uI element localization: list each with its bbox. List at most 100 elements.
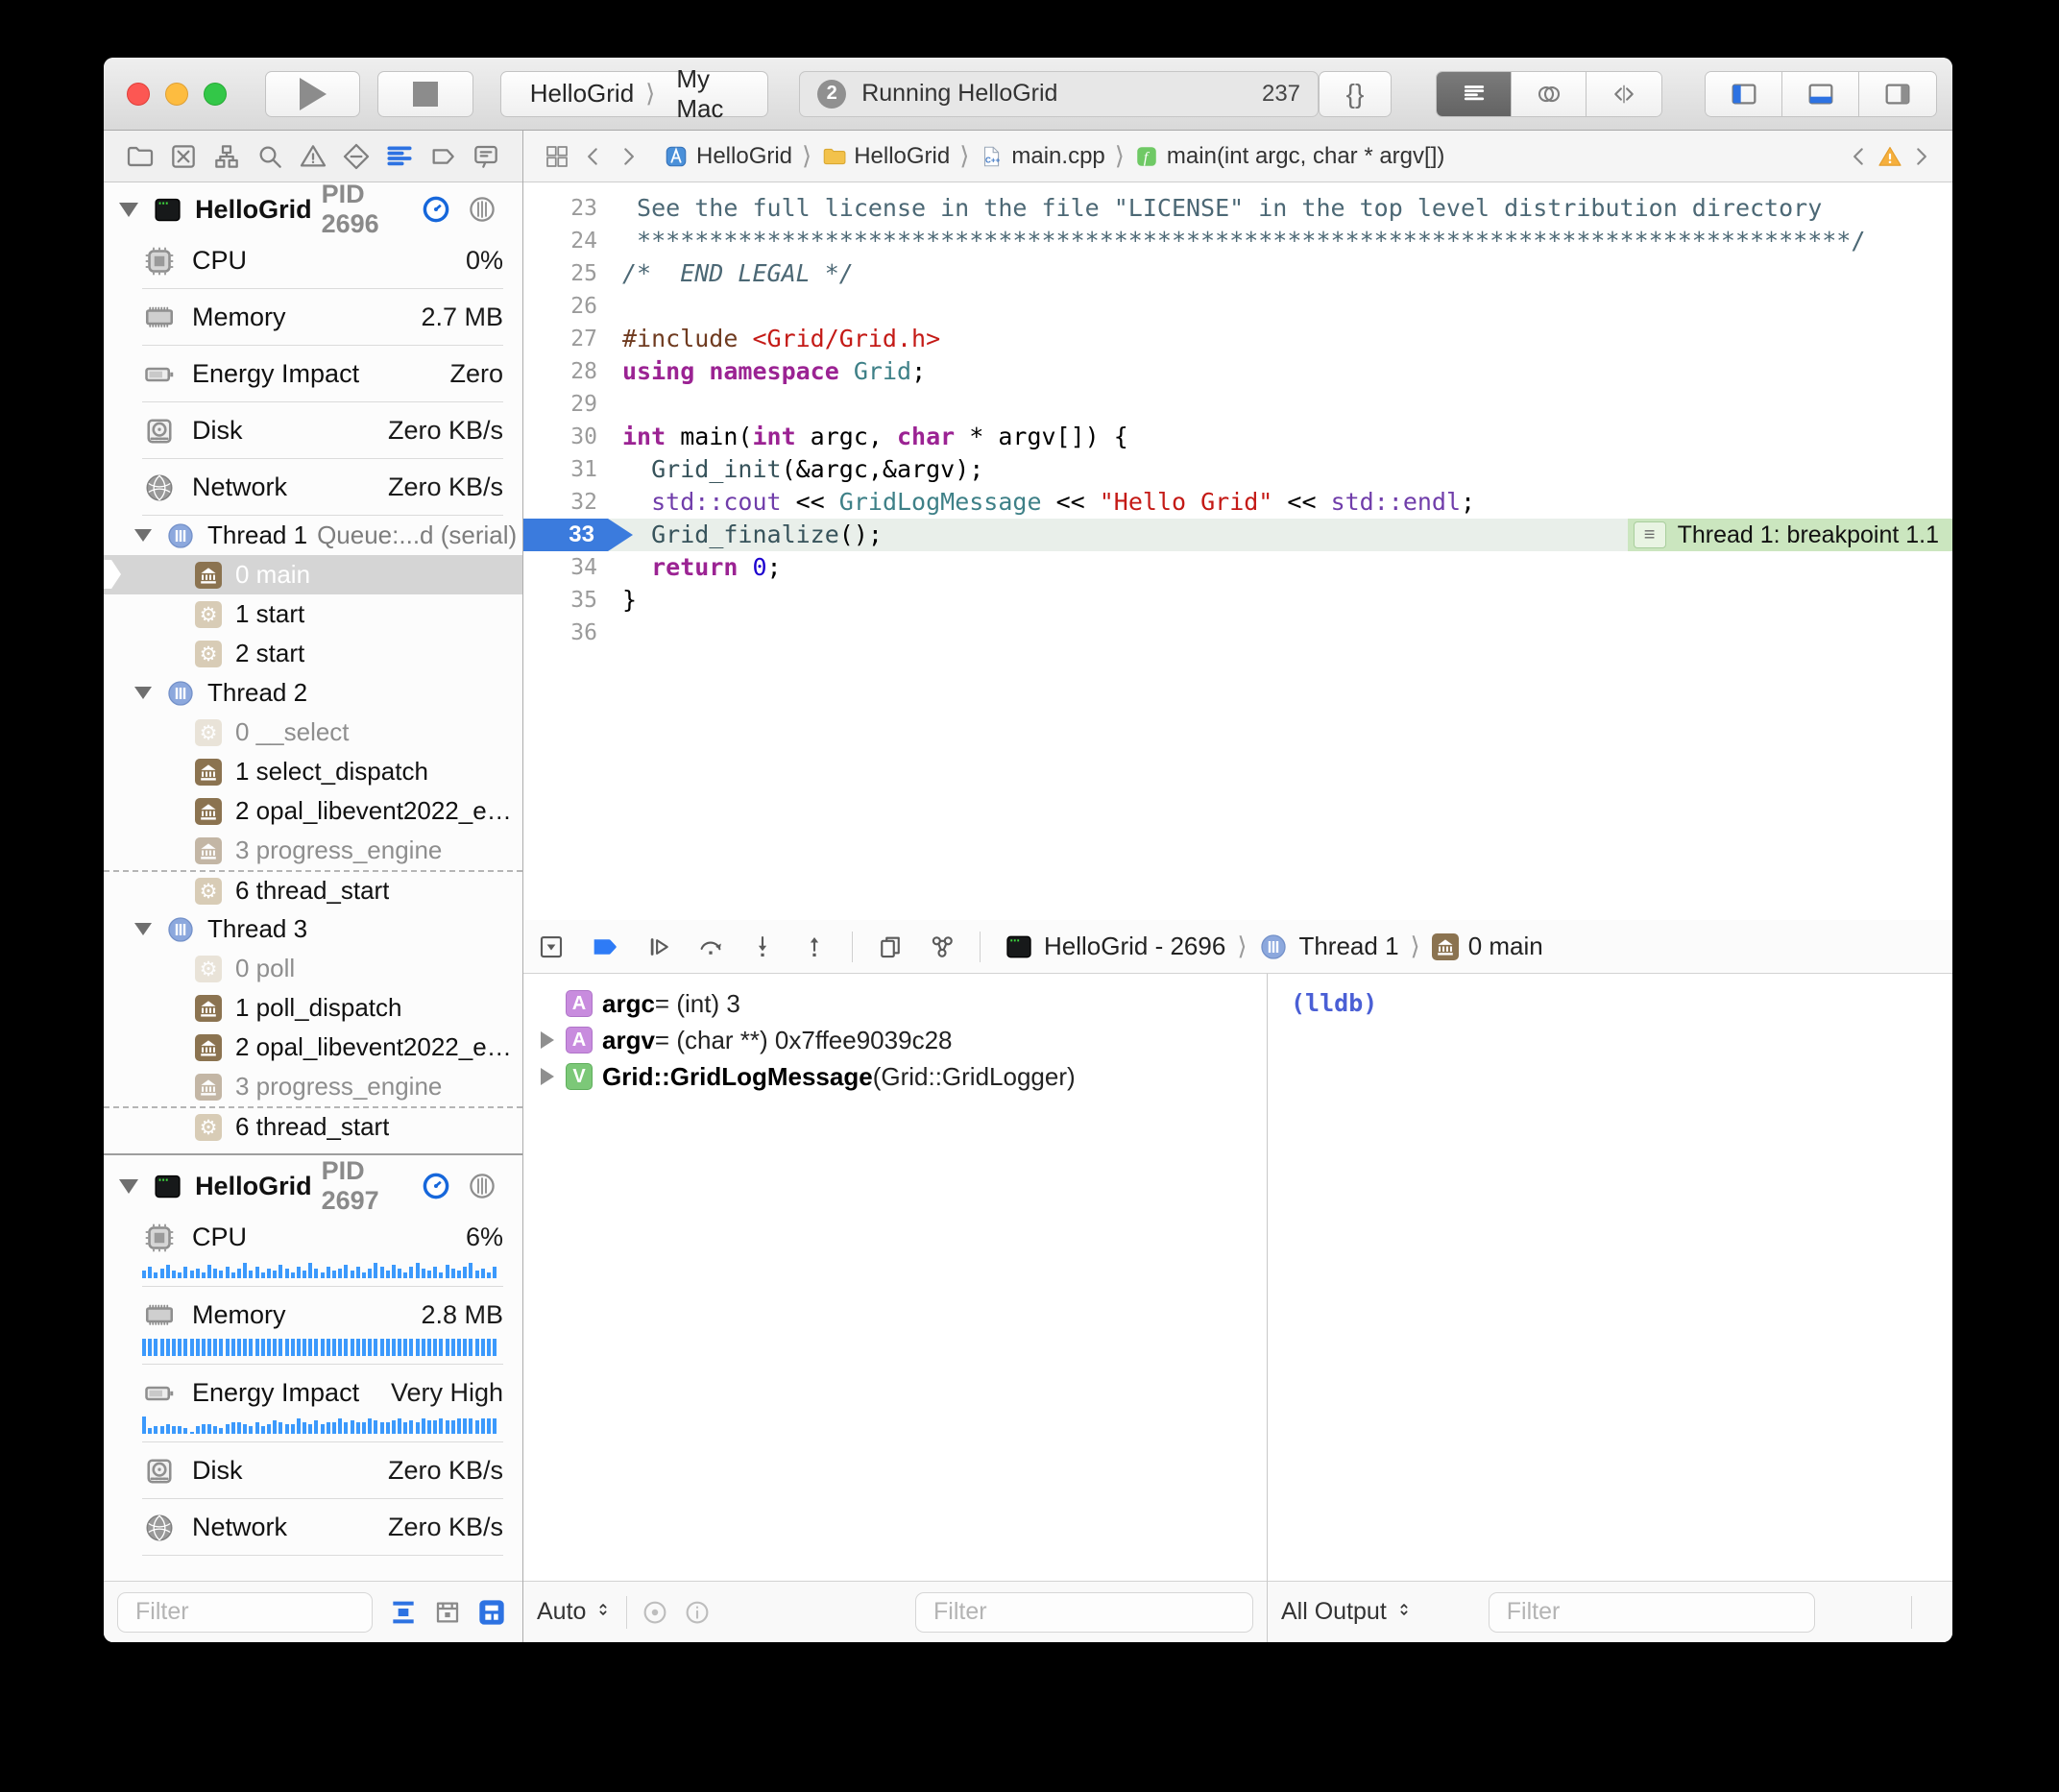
stack-frame-row[interactable]: ⚙6 thread_start: [104, 1106, 522, 1146]
step-out-icon[interactable]: [800, 932, 829, 961]
navigator-tab-issues-icon[interactable]: [298, 141, 328, 172]
line-number[interactable]: 28: [523, 355, 597, 388]
line-number[interactable]: 23: [523, 192, 597, 225]
breadcrumb-item[interactable]: HelloGrid: [854, 143, 950, 170]
variable-row[interactable]: A argc = (int) 3: [523, 985, 1267, 1022]
stack-frame-row[interactable]: ⚙0 __select: [104, 713, 522, 752]
next-issue-button[interactable]: [1908, 144, 1933, 169]
navigator-tab-source-control-icon[interactable]: [168, 141, 199, 172]
disclosure-triangle[interactable]: [134, 687, 152, 699]
breakpoint-annotation[interactable]: ≡ Thread 1: breakpoint 1.1: [1628, 519, 1952, 551]
disclosure-triangle[interactable]: [541, 1068, 554, 1085]
warning-count[interactable]: 237: [1254, 81, 1300, 108]
line-number[interactable]: 29: [523, 388, 597, 421]
code-line[interactable]: 29: [523, 388, 1952, 421]
source-editor[interactable]: 23 See the full license in the file "LIC…: [523, 182, 1952, 920]
scheme-selector[interactable]: HelloGrid ⟩ My Mac: [500, 71, 768, 117]
navigator-tab-debug-gauge-icon[interactable]: [384, 141, 415, 172]
navigator-tab-project-icon[interactable]: [125, 141, 156, 172]
line-number[interactable]: 35: [523, 584, 597, 617]
thread-row[interactable]: Thread 2: [104, 673, 522, 713]
line-number[interactable]: 24: [523, 225, 597, 257]
line-number[interactable]: 30: [523, 421, 597, 453]
console-filter-field[interactable]: Filter: [1489, 1592, 1815, 1633]
gauge-row-cpu[interactable]: CPU6%: [142, 1209, 503, 1287]
variable-row[interactable]: A argv = (char **) 0x7ffee9039c28: [523, 1022, 1267, 1058]
stack-frame-row[interactable]: ⚙0 poll: [104, 949, 522, 988]
zoom-window-button[interactable]: [204, 83, 227, 106]
navigator-tab-tests-icon[interactable]: [341, 141, 372, 172]
step-into-icon[interactable]: [748, 932, 777, 961]
gauge-row-disk[interactable]: DiskZero KB/s: [142, 402, 503, 459]
code-line[interactable]: 32 std::cout << GridLogMessage << "Hello…: [523, 486, 1952, 519]
gauge-row-cpu[interactable]: CPU0%: [142, 232, 503, 289]
memory-graph-icon[interactable]: [928, 932, 957, 961]
thread-row[interactable]: Thread 1Queue:...d (serial): [104, 516, 522, 555]
line-number[interactable]: 32: [523, 486, 597, 519]
continue-icon[interactable]: [644, 932, 673, 961]
variables-scope-popup[interactable]: Auto: [537, 1598, 613, 1626]
breadcrumb-item[interactable]: main(int argc, char * argv[]): [1167, 143, 1444, 170]
breadcrumb-item[interactable]: main.cpp: [1011, 143, 1104, 170]
line-number[interactable]: 25: [523, 257, 597, 290]
breadcrumb-item[interactable]: HelloGrid: [696, 143, 792, 170]
console-scope-popup[interactable]: All Output: [1281, 1598, 1414, 1626]
stack-frame-row[interactable]: 2 opal_libevent2022_ev…: [104, 791, 522, 831]
disclosure-triangle[interactable]: [119, 203, 138, 217]
variables-filter-field[interactable]: Filter: [915, 1592, 1253, 1633]
hide-debug-area-icon[interactable]: [537, 932, 566, 961]
breakpoint-badge[interactable]: 33: [523, 519, 633, 551]
gauge-row-network[interactable]: NetworkZero KB/s: [142, 459, 503, 516]
code-line[interactable]: 36: [523, 617, 1952, 649]
code-line[interactable]: 27#include <Grid/Grid.h>: [523, 323, 1952, 355]
stack-frame-row[interactable]: 3 progress_engine: [104, 831, 522, 870]
code-line[interactable]: 23 See the full license in the file "LIC…: [523, 192, 1952, 225]
gauge-row-memory[interactable]: Memory2.8 MB: [142, 1287, 503, 1365]
info-icon[interactable]: [683, 1598, 712, 1627]
stripes-circle-icon[interactable]: [467, 1171, 497, 1201]
gauge-row-energy-impact[interactable]: Energy ImpactVery High: [142, 1365, 503, 1442]
process-row[interactable]: HelloGridPID 2697: [104, 1159, 522, 1207]
navigator-tab-symbols-icon[interactable]: [211, 141, 242, 172]
standard-editor-button[interactable]: [1437, 72, 1512, 116]
stack-frame-row[interactable]: ⚙6 thread_start: [104, 870, 522, 909]
process-row[interactable]: HelloGridPID 2696: [104, 182, 522, 230]
toggle-debug-area-button[interactable]: [1782, 72, 1859, 116]
step-over-icon[interactable]: [696, 932, 725, 961]
debug-breadcrumb-item[interactable]: 0 main: [1468, 932, 1543, 961]
navigator-filter-field[interactable]: Filter: [117, 1592, 373, 1633]
assistant-editor-button[interactable]: [1512, 72, 1587, 116]
previous-issue-button[interactable]: [1847, 144, 1872, 169]
gauge-row-energy-impact[interactable]: Energy ImpactZero: [142, 346, 503, 402]
code-snippets-button[interactable]: {}: [1319, 71, 1392, 117]
stack-frame-row[interactable]: 1 select_dispatch: [104, 752, 522, 791]
run-button[interactable]: [265, 71, 360, 117]
stack-frame-row[interactable]: ⚙2 start: [104, 634, 522, 673]
warning-triangle-icon[interactable]: [1877, 144, 1902, 169]
related-items-icon[interactable]: [543, 142, 571, 171]
line-number[interactable]: 31: [523, 453, 597, 486]
code-line[interactable]: 24 *************************************…: [523, 225, 1952, 257]
gauge-speedo-icon[interactable]: [421, 1171, 451, 1201]
code-line[interactable]: 35}: [523, 584, 1952, 617]
line-number[interactable]: 26: [523, 290, 597, 323]
activity-status-view[interactable]: 2 Running HelloGrid 237: [799, 71, 1319, 117]
toggle-utilities-button[interactable]: [1859, 72, 1936, 116]
gauge-row-memory[interactable]: Memory2.7 MB: [142, 289, 503, 346]
disclosure-triangle[interactable]: [134, 529, 152, 542]
navigator-tab-reports-icon[interactable]: [471, 141, 501, 172]
code-line[interactable]: 26: [523, 290, 1952, 323]
stack-frame-row[interactable]: 3 progress_engine: [104, 1067, 522, 1106]
line-number[interactable]: 27: [523, 323, 597, 355]
quicklook-eye-icon[interactable]: [641, 1598, 669, 1627]
view-hierarchy-icon[interactable]: [876, 932, 905, 961]
back-chevron-icon[interactable]: [581, 144, 606, 169]
stack-frame-row[interactable]: 0 main: [104, 555, 522, 594]
breakpoints-toggle-icon[interactable]: [589, 931, 621, 963]
debug-symbols-filter-icon[interactable]: [386, 1595, 421, 1630]
gauge-row-network[interactable]: NetworkZero KB/s: [142, 1499, 503, 1556]
disclosure-triangle[interactable]: [134, 923, 152, 935]
thread-group-view-icon[interactable]: [474, 1595, 509, 1630]
crashed-threads-filter-icon[interactable]: [430, 1595, 465, 1630]
hamburger-icon[interactable]: ≡: [1634, 521, 1666, 548]
